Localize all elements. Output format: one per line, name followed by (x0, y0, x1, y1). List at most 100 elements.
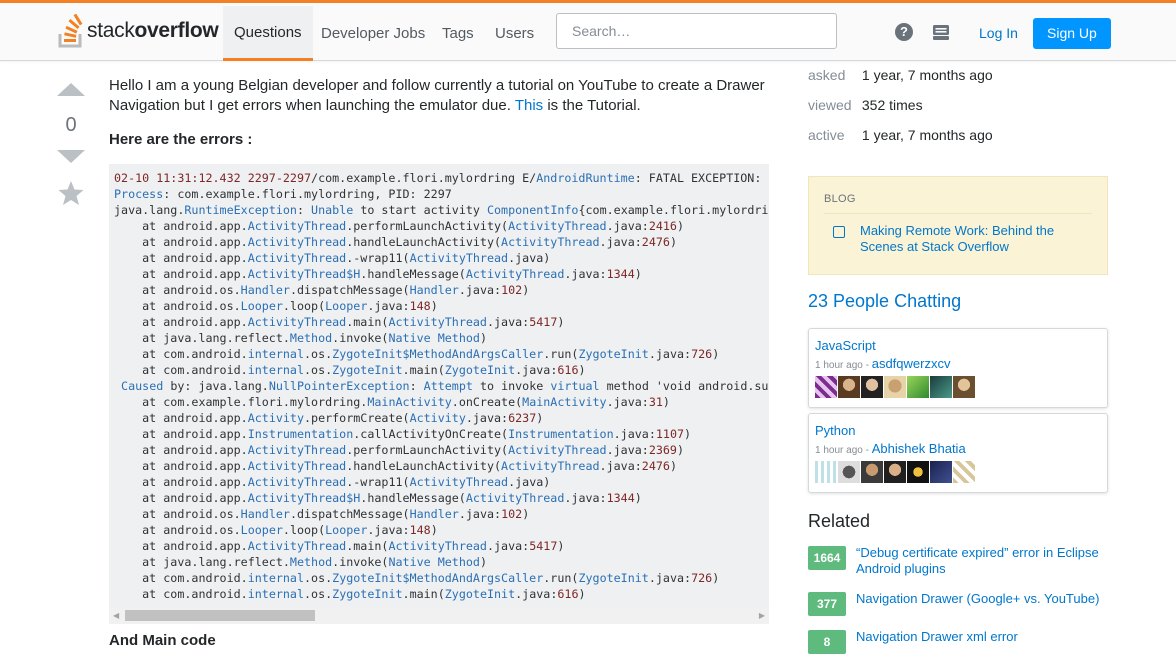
avatar[interactable] (861, 376, 883, 398)
code-line: at android.app.ActivityThread$H.handleMe… (114, 267, 642, 281)
help-icon[interactable]: ? (895, 23, 913, 41)
code-line: at android.app.ActivityThread.performLau… (114, 443, 685, 457)
code-line: at android.app.ActivityThread.-wrap11(Ac… (114, 251, 551, 265)
avatar-row (815, 461, 976, 483)
stackoverflow-logo[interactable]: stackoverflow (58, 13, 219, 49)
code-line: at android.app.ActivityThread$H.handleMe… (114, 491, 642, 505)
related-link[interactable]: “Debug certificate expired” error in Ecl… (856, 545, 1106, 577)
signup-button[interactable]: Sign Up (1033, 18, 1111, 49)
stat-viewed: viewed 352 times (808, 97, 923, 113)
code-line: at android.app.ActivityThread.main(Activ… (114, 315, 565, 329)
stat-value: 352 times (861, 97, 923, 113)
blog-header: BLOG (824, 193, 856, 205)
speech-bubble-icon (833, 226, 845, 238)
search-input[interactable] (556, 13, 837, 49)
upvote-arrow-icon[interactable] (55, 80, 87, 103)
related-score: 377 (808, 592, 846, 616)
related-link[interactable]: Navigation Drawer (Google+ vs. YouTube) (856, 591, 1106, 607)
avatar[interactable] (815, 461, 837, 483)
code-line: at com.android.internal.os.ZygoteInit.ma… (114, 363, 586, 377)
code-line: at android.app.Activity.performCreate(Ac… (114, 411, 544, 425)
errors-heading: Here are the errors : (109, 131, 253, 148)
stat-value[interactable]: 1 year, 7 months ago (862, 127, 993, 143)
code-line: at com.android.internal.os.ZygoteInit$Me… (114, 347, 720, 361)
vote-count: 0 (65, 114, 77, 136)
avatar[interactable] (861, 461, 883, 483)
divider (824, 213, 1092, 214)
room-meta: 1 hour ago - asdfqwerzxcv (815, 356, 950, 371)
avatar[interactable] (884, 376, 906, 398)
login-button[interactable]: Log In (969, 18, 1028, 49)
avatar[interactable] (953, 376, 975, 398)
scroll-left-arrow-icon[interactable]: ◀ (113, 611, 119, 620)
nav-questions[interactable]: Questions (223, 6, 313, 61)
code-line: at com.android.internal.os.ZygoteInit$Me… (114, 571, 720, 585)
avatar[interactable] (930, 376, 952, 398)
related-score: 1664 (808, 546, 846, 570)
favorite-star-icon[interactable] (55, 179, 87, 212)
inbox-icon[interactable] (932, 24, 950, 41)
scrollbar-thumb[interactable] (125, 610, 315, 621)
vote-cell: 0 (55, 80, 87, 212)
stat-asked: asked 1 year, 7 months ago (808, 67, 993, 83)
avatar[interactable] (907, 461, 929, 483)
related-score: 8 (808, 630, 846, 654)
question-intro-text-end: is the Tutorial. (543, 96, 641, 114)
question-intro-text: Hello I am a young Belgian developer and… (109, 77, 765, 114)
avatar[interactable] (838, 461, 860, 483)
code-line: at android.app.ActivityThread.-wrap11(Ac… (114, 475, 551, 489)
code-line: Caused by: java.lang.NullPointerExceptio… (121, 379, 769, 393)
room-user[interactable]: asdfqwerzxcv (872, 356, 951, 371)
room-time: 1 hour ago (815, 445, 863, 456)
stat-label: asked (808, 67, 846, 83)
code-line: at android.os.Handler.dispatchMessage(Ha… (114, 507, 530, 521)
logo-text-overflow: overflow (134, 19, 219, 42)
avatar[interactable] (838, 376, 860, 398)
code-line: at android.os.Looper.loop(Looper.java:14… (114, 523, 438, 537)
code-line: at android.app.ActivityThread.handleLaun… (114, 459, 677, 473)
code-line: at android.app.ActivityThread.handleLaun… (114, 235, 677, 249)
stat-value: 1 year, 7 months ago (861, 67, 993, 83)
code-line: at android.os.Looper.loop(Looper.java:14… (114, 299, 438, 313)
downvote-arrow-icon[interactable] (55, 148, 87, 171)
horizontal-scrollbar[interactable]: ◀ ▶ (109, 607, 769, 624)
chat-title[interactable]: 23 People Chatting (808, 291, 961, 312)
avatar-row (815, 376, 976, 398)
code-line: at android.app.ActivityThread.performLau… (114, 219, 685, 233)
room-separator: - (862, 445, 872, 456)
code-line: 02-10 11:31:12.432 2297-2297/com.example… (114, 171, 769, 185)
code-line: at android.app.Instrumentation.callActiv… (114, 427, 692, 441)
stat-label: viewed (808, 97, 852, 113)
chat-room-javascript[interactable]: JavaScript 1 hour ago - asdfqwerzxcv (808, 328, 1108, 408)
avatar[interactable] (884, 461, 906, 483)
code-line: Process: com.example.flori.mylordring, P… (114, 187, 452, 201)
stat-label: active (808, 127, 845, 143)
avatar[interactable] (930, 461, 952, 483)
logo-text-stack: stack (87, 19, 135, 42)
related-link[interactable]: Navigation Drawer xml error (856, 629, 1106, 645)
tutorial-link[interactable]: This (515, 97, 543, 114)
room-meta: 1 hour ago - Abhishek Bhatia (815, 441, 966, 456)
room-time: 1 hour ago (815, 360, 863, 371)
code-line: at android.app.ActivityThread.main(Activ… (114, 539, 565, 553)
code-line: at java.lang.reflect.Method.invoke(Nativ… (114, 555, 488, 569)
room-name[interactable]: JavaScript (815, 338, 876, 353)
nav-users[interactable]: Users (484, 6, 545, 61)
blog-link[interactable]: Making Remote Work: Behind the Scenes at… (860, 223, 1090, 255)
nav-developer-jobs[interactable]: Developer Jobs (310, 6, 436, 61)
stack-trace: 02-10 11:31:12.432 2297-2297/com.example… (109, 164, 769, 602)
avatar[interactable] (907, 376, 929, 398)
avatar[interactable] (815, 376, 837, 398)
question-body: Hello I am a young Belgian developer and… (109, 76, 769, 115)
avatar[interactable] (953, 461, 975, 483)
room-user[interactable]: Abhishek Bhatia (872, 441, 966, 456)
stack-logo-icon (58, 13, 84, 48)
top-bar: stackoverflow Questions Developer Jobs T… (0, 0, 1176, 61)
scroll-right-arrow-icon[interactable]: ▶ (759, 611, 765, 620)
chat-room-python[interactable]: Python 1 hour ago - Abhishek Bhatia (808, 413, 1108, 493)
code-block: 02-10 11:31:12.432 2297-2297/com.example… (109, 164, 769, 624)
stat-active: active 1 year, 7 months ago (808, 127, 993, 143)
room-name[interactable]: Python (815, 423, 855, 438)
nav-tags[interactable]: Tags (431, 6, 485, 61)
blog-widget: BLOG Making Remote Work: Behind the Scen… (808, 176, 1108, 275)
